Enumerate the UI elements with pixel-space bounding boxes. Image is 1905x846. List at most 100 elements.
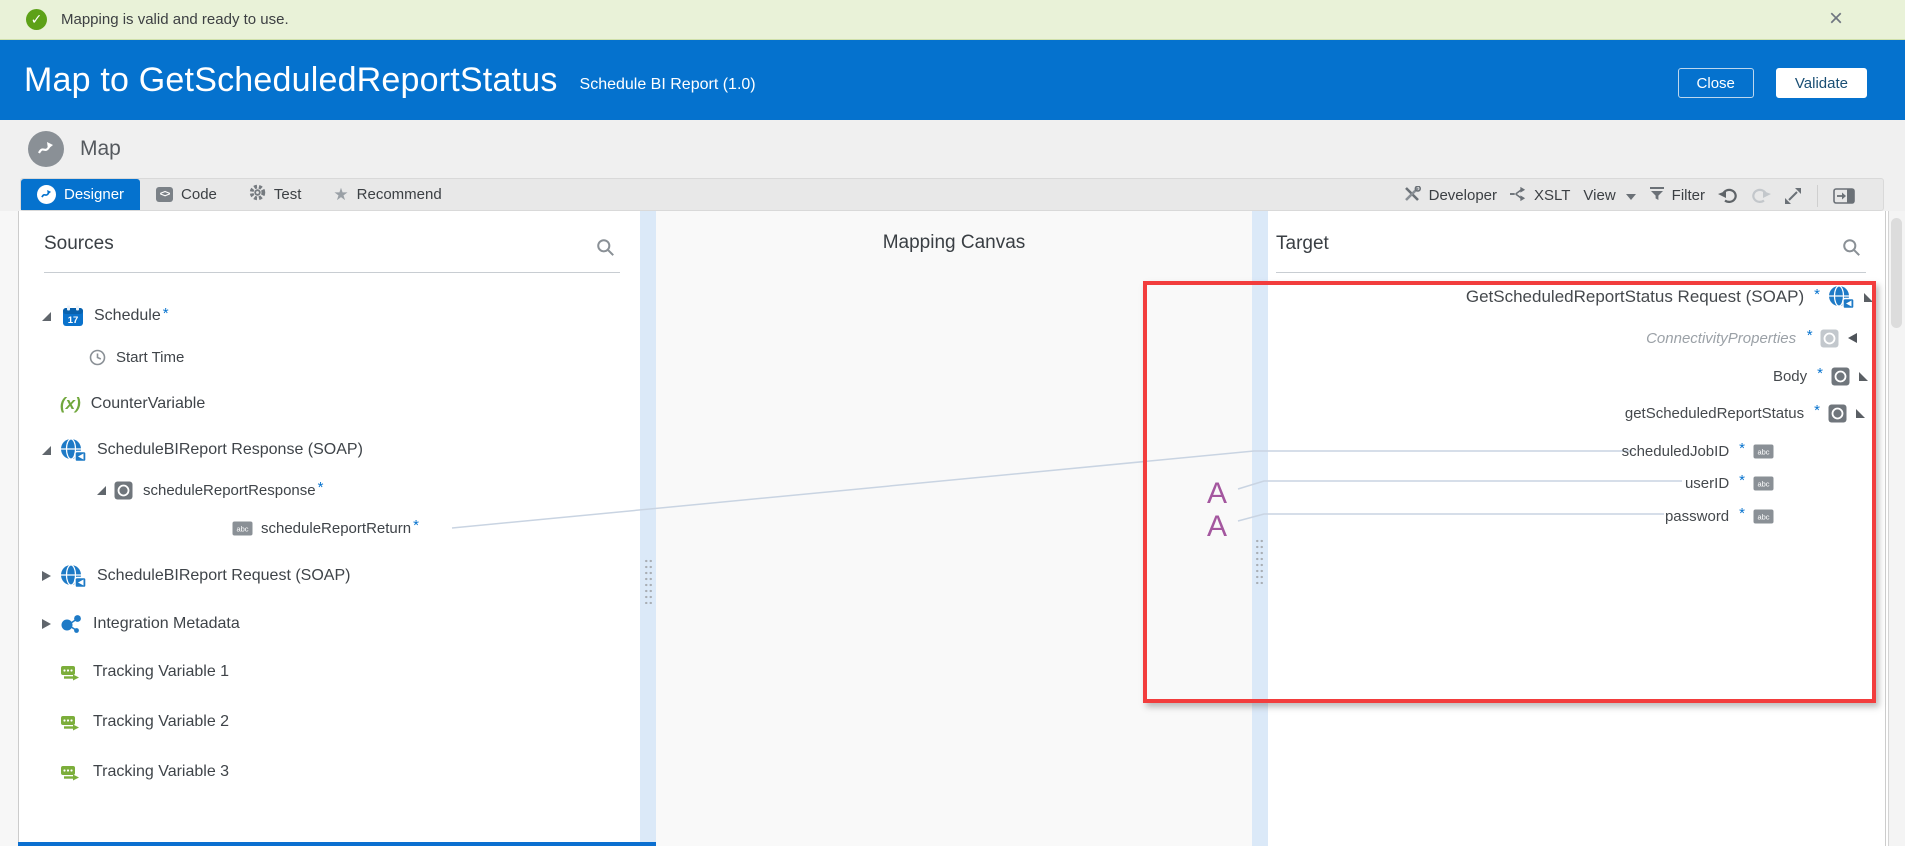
tab-code[interactable]: Code [140, 179, 233, 210]
notification-bar: ✓ Mapping is valid and ready to use. × [0, 0, 1905, 40]
expand-arrows-icon [1784, 187, 1802, 205]
code-icon [156, 187, 173, 202]
expanded-triangle-icon[interactable] [1864, 293, 1873, 302]
required-marker: * [1814, 286, 1820, 303]
source-label: scheduleReportReturn [261, 520, 411, 537]
required-marker: * [413, 517, 419, 534]
target-label: userID [1685, 475, 1729, 492]
source-row-schedulebireport-response[interactable]: ScheduleBIReport Response (SOAP) [42, 436, 363, 464]
target-label: getScheduledReportStatus [1625, 405, 1804, 422]
tracking-variable-icon [61, 664, 83, 681]
source-row-schedulebireport-request[interactable]: ScheduleBIReport Request (SOAP) [42, 562, 350, 590]
target-row-body[interactable]: Body * [1773, 362, 1868, 390]
annotation-a-userid[interactable]: A [1207, 479, 1227, 509]
source-row-schedulereportreturn[interactable]: abc scheduleReportReturn * [232, 514, 419, 542]
annotation-a-password[interactable]: A [1207, 512, 1227, 542]
object-icon [1831, 367, 1850, 386]
sources-canvas-splitter[interactable] [640, 211, 656, 846]
target-row-connectivityproperties[interactable]: ConnectivityProperties * [1646, 324, 1857, 352]
required-marker: * [1739, 440, 1745, 457]
notification-close-icon[interactable]: × [1829, 6, 1843, 32]
tab-designer-label: Designer [64, 186, 124, 203]
canvas-target-splitter[interactable] [1252, 211, 1268, 846]
target-row-password[interactable]: password * abc [1665, 502, 1774, 530]
target-row-getscheduledreportstatus[interactable]: getScheduledReportStatus * [1625, 399, 1865, 427]
splitter-grip-right[interactable] [1255, 538, 1264, 584]
scrollbar-thumb[interactable] [1891, 218, 1902, 328]
tab-toolbar-row: Designer Code Test ★ Recommend [0, 178, 1905, 211]
target-label: scheduledJobID [1622, 443, 1730, 460]
xslt-toggle[interactable]: XSLT [1510, 186, 1570, 206]
view-menu[interactable]: View [1583, 187, 1635, 204]
validate-button[interactable]: Validate [1776, 68, 1867, 98]
tab-recommend[interactable]: ★ Recommend [317, 179, 457, 210]
svg-text:abc: abc [1757, 479, 1769, 488]
abc-string-icon: abc [1753, 444, 1774, 459]
expanded-triangle-icon[interactable] [1856, 409, 1865, 418]
splitter-grip-left[interactable] [644, 558, 653, 604]
star-icon: ★ [333, 186, 348, 203]
filter-funnel-icon [1649, 187, 1665, 205]
variable-x-icon: (x) [60, 394, 81, 414]
source-row-tracking-variable-2[interactable]: Tracking Variable 2 [61, 708, 229, 736]
required-marker: * [1814, 402, 1820, 419]
xslt-branch-icon [1510, 186, 1527, 206]
required-marker: * [1817, 365, 1823, 382]
expanded-triangle-icon[interactable] [1859, 372, 1868, 381]
source-row-tracking-variable-3[interactable]: Tracking Variable 3 [61, 758, 229, 786]
target-row-getscheduledreportstatus-request[interactable]: GetScheduledReportStatus Request (SOAP) … [1466, 283, 1873, 311]
source-label: Tracking Variable 1 [93, 663, 229, 681]
target-row-scheduledjobid[interactable]: scheduledJobID * abc [1622, 437, 1774, 465]
toggle-panel-button[interactable] [1833, 188, 1855, 204]
app-header: Map to GetScheduledReportStatus Schedule… [0, 40, 1905, 120]
metadata-network-icon [60, 614, 83, 635]
expanded-triangle-icon[interactable] [42, 446, 51, 455]
target-title: Target [1276, 233, 1329, 255]
source-label: Tracking Variable 2 [93, 713, 229, 731]
source-row-start-time[interactable]: Start Time [89, 343, 184, 371]
tab-test-label: Test [274, 186, 302, 203]
page-title: Map to GetScheduledReportStatus [24, 61, 558, 100]
collapsed-triangle-icon[interactable] [1848, 333, 1857, 343]
sources-search-icon[interactable] [596, 238, 616, 258]
expanded-triangle-icon[interactable] [42, 312, 51, 321]
canvas-title: Mapping Canvas [656, 232, 1252, 254]
source-row-tracking-variable-1[interactable]: Tracking Variable 1 [61, 658, 229, 686]
source-row-integration-metadata[interactable]: Integration Metadata [42, 610, 240, 638]
tracking-variable-icon [61, 714, 83, 731]
notification-message: Mapping is valid and ready to use. [61, 11, 289, 28]
close-button[interactable]: Close [1678, 68, 1754, 98]
redo-button[interactable] [1751, 187, 1771, 204]
object-icon [114, 481, 133, 500]
success-check-icon: ✓ [26, 9, 47, 30]
developer-toggle[interactable]: Developer [1404, 186, 1497, 206]
source-row-schedulereportresponse[interactable]: scheduleReportResponse * [97, 476, 323, 504]
expand-canvas-button[interactable] [1784, 187, 1802, 205]
collapsed-triangle-icon[interactable] [42, 571, 51, 581]
filter-label: Filter [1672, 187, 1705, 204]
object-icon [1828, 404, 1847, 423]
source-label: Integration Metadata [93, 615, 240, 633]
collapsed-triangle-icon[interactable] [42, 619, 51, 629]
svg-text:17: 17 [68, 315, 79, 326]
tab-test[interactable]: Test [233, 179, 318, 210]
target-search-icon[interactable] [1842, 238, 1862, 258]
undo-button[interactable] [1718, 187, 1738, 204]
target-row-userid[interactable]: userID * abc [1685, 469, 1774, 497]
map-breadcrumb-row: Map [0, 120, 1905, 178]
source-label: Tracking Variable 3 [93, 763, 229, 781]
source-row-countervariable[interactable]: (x) CounterVariable [60, 390, 205, 418]
source-label: ScheduleBIReport Request (SOAP) [97, 567, 350, 585]
breadcrumb: Map [80, 137, 121, 161]
expanded-triangle-icon[interactable] [97, 486, 106, 495]
filter-button[interactable]: Filter [1649, 187, 1705, 205]
tab-strip: Designer Code Test ★ Recommend [20, 178, 1884, 211]
required-marker: * [1739, 505, 1745, 522]
soap-globe-icon [60, 438, 87, 463]
svg-text:abc: abc [236, 524, 248, 533]
source-row-schedule[interactable]: 17 Schedule * [42, 302, 169, 330]
tab-designer[interactable]: Designer [21, 179, 140, 210]
tracking-variable-icon [61, 764, 83, 781]
target-title-rule [1276, 272, 1866, 273]
page-subtitle: Schedule BI Report (1.0) [580, 76, 756, 94]
